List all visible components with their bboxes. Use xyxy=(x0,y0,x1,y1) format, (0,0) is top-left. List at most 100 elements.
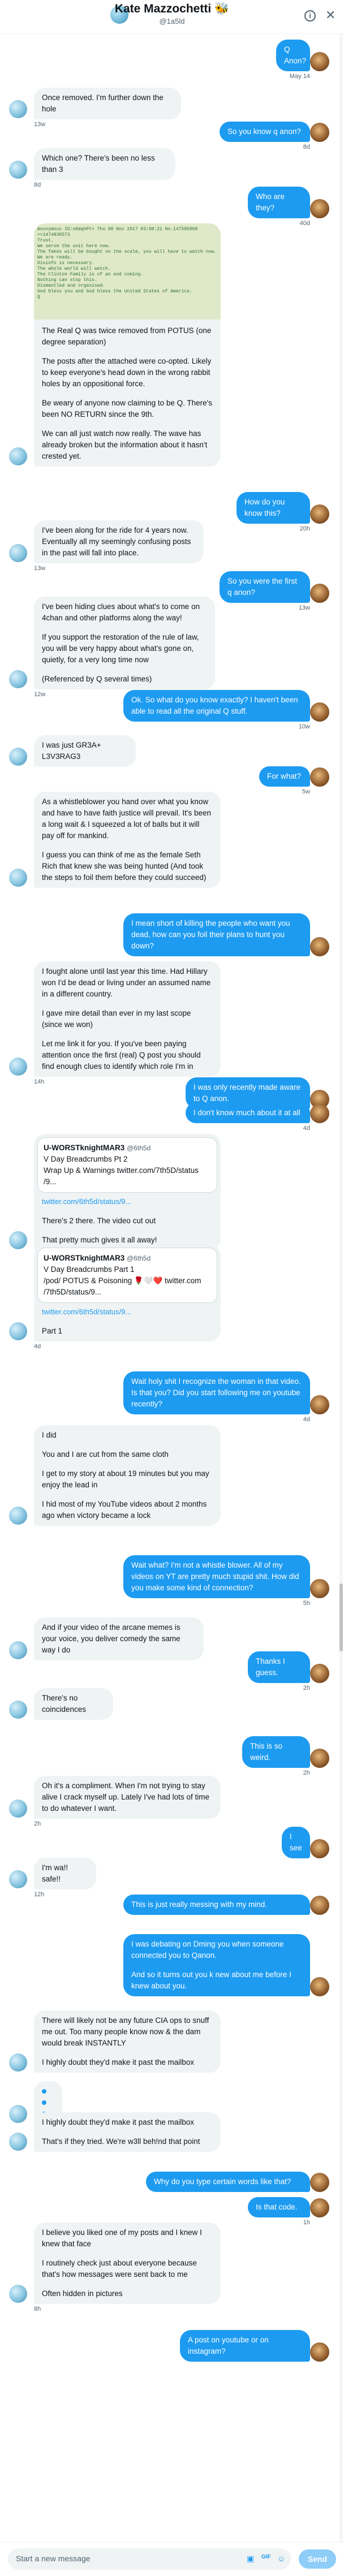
sent-message-bubble[interactable]: I was debating on Dming you when someone… xyxy=(123,1934,310,1996)
sent-message-bubble[interactable]: A post on youtube or on instagram? xyxy=(180,2330,310,2362)
sent-message-bubble[interactable]: For what? xyxy=(259,766,310,787)
contact-avatar-small[interactable] xyxy=(9,2133,27,2151)
sent-message-bubble[interactable]: Is that code. xyxy=(248,2197,310,2217)
sent-message-bubble[interactable]: How do you know this? xyxy=(236,492,310,524)
contact-avatar-small[interactable] xyxy=(9,1870,27,1888)
tweet-link[interactable]: twitter.com/6th5d/status/9... xyxy=(42,1196,213,1207)
image-text-line: Trust. xyxy=(37,238,54,243)
message-text: There's 2 there. The video cut out xyxy=(42,1216,156,1225)
sent-message-bubble[interactable]: I see xyxy=(282,1827,310,1858)
my-avatar[interactable] xyxy=(310,1977,329,1996)
contact-avatar-small[interactable] xyxy=(9,447,27,465)
message-text: Who are they? xyxy=(256,192,285,212)
contact-avatar-small[interactable] xyxy=(9,544,27,562)
message-timestamp: 8h xyxy=(34,2306,41,2312)
contact-avatar-small[interactable] xyxy=(9,2285,27,2303)
my-avatar[interactable] xyxy=(310,1579,329,1598)
info-icon[interactable]: i xyxy=(304,10,316,21)
sent-message-bubble[interactable]: Why do you type certain words like that? xyxy=(146,2172,310,2192)
received-message-bubble[interactable]: U-WORSTknightMAR3 @6th5d V Day Breadcrumb… xyxy=(34,1244,221,1341)
sent-message-bubble[interactable]: Who are they? xyxy=(248,187,310,218)
image-text-line: The Clinton Family is of an end coming. xyxy=(37,272,144,277)
contact-avatar-small[interactable] xyxy=(9,869,27,887)
contact-name[interactable]: Kate Mazzochetti 🐝 xyxy=(0,2,344,16)
close-icon[interactable]: ✕ xyxy=(325,8,336,23)
my-avatar[interactable] xyxy=(310,1664,329,1683)
tweet-link[interactable]: twitter.com/6th5d/status/9... xyxy=(42,1306,213,1318)
contact-avatar-small[interactable] xyxy=(9,2053,27,2072)
received-message-bubble[interactable]: I did You and I are cut from the same clo… xyxy=(34,1425,221,1526)
received-message-bubble[interactable]: I fought alone until last year this time… xyxy=(34,961,221,1077)
my-avatar[interactable] xyxy=(310,1839,329,1858)
message-text: Why do you type certain words like that? xyxy=(154,2177,291,2186)
message-text: I was only recently made aware to Q anon… xyxy=(194,1083,301,1103)
my-avatar[interactable] xyxy=(310,1104,329,1123)
my-avatar[interactable] xyxy=(310,2173,329,2192)
received-message-bubble[interactable]: Oh it's a compliment. When I'm not tryin… xyxy=(34,1776,221,1819)
my-avatar[interactable] xyxy=(310,1395,329,1414)
contact-avatar-small[interactable] xyxy=(9,161,27,179)
received-message-bubble[interactable]: I was just GR3A+ L3V3RAG3 xyxy=(34,735,136,767)
sent-message-bubble[interactable]: This is so weird. xyxy=(242,1736,310,1768)
sent-message-bubble[interactable]: Wait holy shit I recognize the woman in … xyxy=(123,1371,310,1414)
sent-message-bubble[interactable]: Q Anon? xyxy=(276,40,310,71)
received-message-bubble[interactable]: There will likely not be any future CIA … xyxy=(34,2010,221,2073)
received-message-bubble[interactable]: I'm wa!! safe!! xyxy=(34,1858,96,1889)
message-row: There's no coincidences xyxy=(0,1688,344,1730)
sent-message-bubble[interactable]: I don't know much about it at all xyxy=(186,1103,310,1123)
sent-message-bubble[interactable]: Ok. So what do you know exactly? I haven… xyxy=(123,690,310,722)
my-avatar[interactable] xyxy=(310,199,329,218)
contact-avatar-small[interactable] xyxy=(9,1322,27,1340)
message-text: For what? xyxy=(267,772,302,780)
my-avatar[interactable] xyxy=(310,767,329,787)
image-icon[interactable]: ▣ xyxy=(247,2554,254,2564)
sent-message-bubble[interactable]: So you know q anon? xyxy=(220,122,310,142)
my-avatar[interactable] xyxy=(310,1749,329,1768)
gif-icon[interactable]: GIF xyxy=(261,2554,271,2560)
message-text: Which one? There's been no less than 3 xyxy=(42,154,155,174)
received-message-bubble[interactable]: Which one? There's been no less than 3 xyxy=(34,148,175,180)
message-timestamp: 4d xyxy=(34,1343,41,1350)
quoted-tweet-card[interactable]: U-WORSTknightMAR3 @6th5d V Day Breadcrumb… xyxy=(37,1248,217,1303)
my-avatar[interactable] xyxy=(310,2342,329,2362)
received-message-bubble[interactable]: I highly doubt they'd make it past the m… xyxy=(34,2112,221,2152)
my-avatar[interactable] xyxy=(310,937,329,956)
received-message-bubble[interactable]: Once removed. I'm further down the hole xyxy=(34,88,181,119)
message-text: Part 1 xyxy=(42,1327,63,1335)
contact-avatar-small[interactable] xyxy=(9,1701,27,1719)
message-row: So you know q anon? 8d xyxy=(0,122,344,152)
message-text: Often hidden in pictures xyxy=(42,2289,123,2298)
message-text: I fought alone until last year this time… xyxy=(42,967,211,998)
contact-avatar-small[interactable] xyxy=(9,100,27,118)
my-avatar[interactable] xyxy=(310,2198,329,2217)
contact-avatar-small[interactable] xyxy=(9,748,27,766)
my-avatar[interactable] xyxy=(310,702,329,722)
received-message-bubble[interactable]: I believe you liked one of my posts and … xyxy=(34,2223,221,2304)
emoji-icon[interactable]: ☺ xyxy=(277,2554,285,2563)
sent-message-bubble[interactable]: I mean short of killing the people who w… xyxy=(123,913,310,956)
my-avatar[interactable] xyxy=(310,1896,329,1915)
my-avatar[interactable] xyxy=(310,52,329,71)
sent-message-bubble[interactable]: Thanks I guess. xyxy=(248,1651,310,1683)
received-message-bubble[interactable]: As a whistleblower you hand over what yo… xyxy=(34,792,221,888)
quoted-tweet-card[interactable]: U-WORSTknightMAR3 @6th5d V Day Breadcrumb… xyxy=(37,1137,217,1193)
received-message-bubble[interactable]: I've been along for the ride for 4 years… xyxy=(34,520,204,563)
received-message-bubble[interactable]: I've been hiding clues about what's to c… xyxy=(34,597,215,689)
contact-avatar-small[interactable] xyxy=(9,670,27,688)
message-text: I'm wa!! safe!! xyxy=(42,1863,68,1883)
sent-message-bubble[interactable]: Wait what? I'm not a whistle blower. All… xyxy=(123,1555,310,1598)
contact-avatar-small[interactable] xyxy=(9,1058,27,1076)
sent-message-bubble[interactable]: This is just really messing with my mind… xyxy=(123,1895,310,1915)
message-text: (Referenced by Q several times) xyxy=(42,675,152,683)
received-message-bubble[interactable]: U-WORSTknightMAR3 @6th5d V Day Breadcrumb… xyxy=(34,1134,221,1250)
my-avatar[interactable] xyxy=(310,123,329,142)
message-text: Be weary of anyone now claiming to be Q.… xyxy=(42,399,212,418)
received-message-bubble[interactable]: There's no coincidences xyxy=(34,1688,113,1720)
contact-avatar-small[interactable] xyxy=(9,1507,27,1525)
send-button[interactable]: Send xyxy=(299,2549,336,2569)
received-message-bubble[interactable]: Anonymous ID:sKmqhPt+ Thu 08 Nov 2017 03… xyxy=(34,223,221,467)
card-text-line: V Day Breadcrumbs Part 1 xyxy=(44,1265,135,1274)
contact-avatar-small[interactable] xyxy=(9,1800,27,1818)
message-text: How do you know this? xyxy=(244,498,285,517)
attached-screenshot-image[interactable]: Anonymous ID:sKmqhPt+ Thu 08 Nov 2017 03… xyxy=(34,223,221,320)
